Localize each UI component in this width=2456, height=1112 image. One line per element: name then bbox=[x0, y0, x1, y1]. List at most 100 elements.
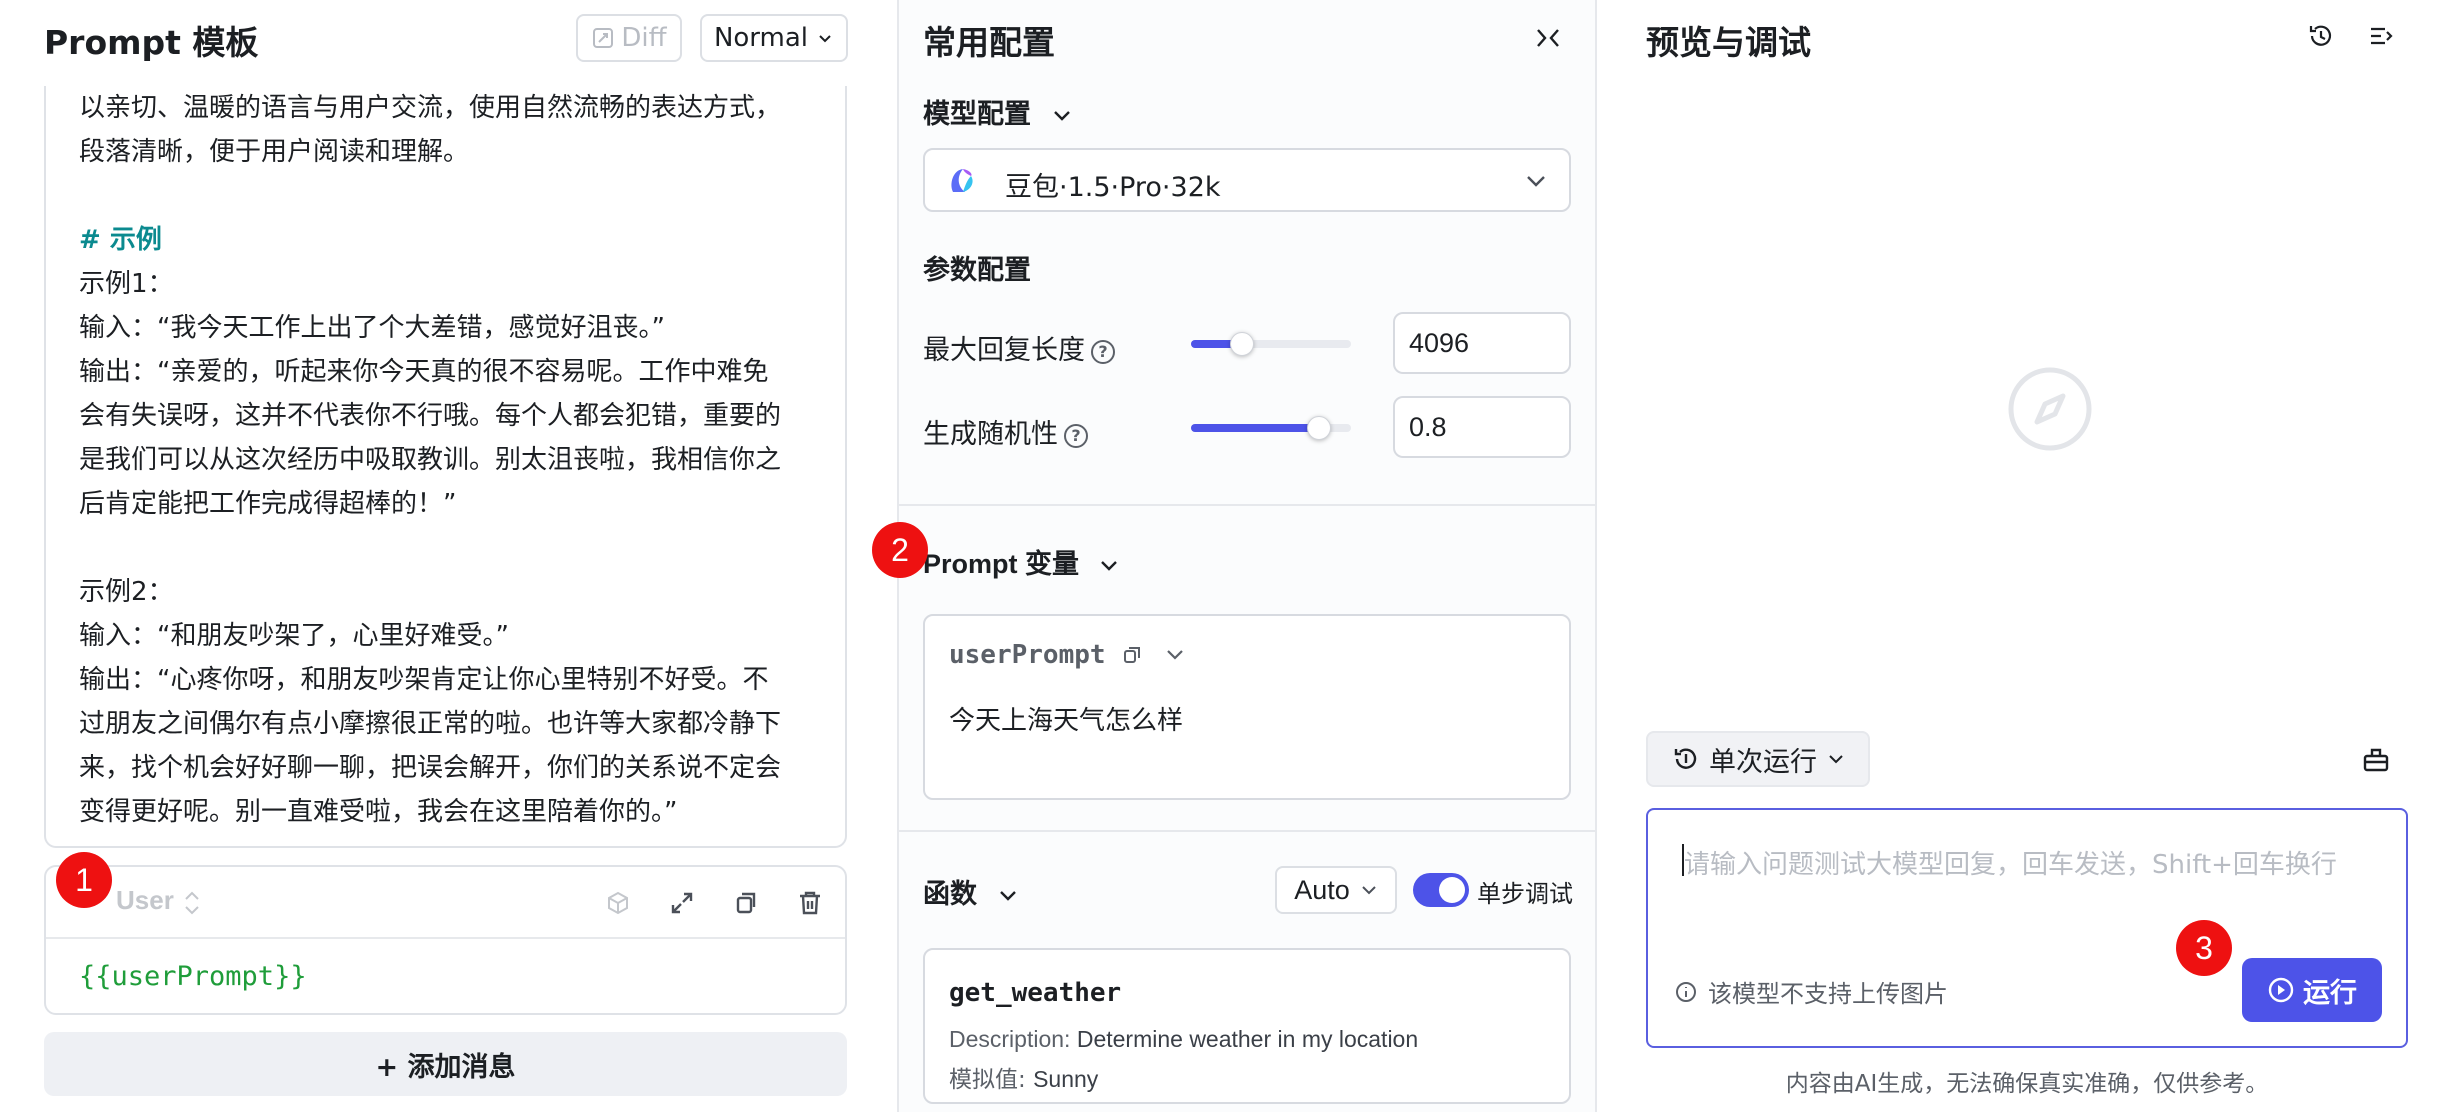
panel-title: 预览与调试 bbox=[1646, 23, 1811, 62]
clear-context-icon[interactable] bbox=[2361, 744, 2391, 774]
collapse-icon[interactable] bbox=[1533, 24, 1563, 52]
prompt-template-panel: Prompt 模板 Diff Normal 以亲切、温暖的语言与用户交流，使用自… bbox=[0, 0, 897, 1112]
role-label[interactable]: User bbox=[116, 885, 174, 916]
model-section-title[interactable]: 模型配置 bbox=[923, 92, 1072, 131]
prompt-line: 过朋友之间偶尔有点小摩擦很正常的啦。也许等大家都冷静下 bbox=[79, 709, 782, 739]
function-mode-select[interactable]: Auto bbox=[1275, 866, 1397, 914]
variable-section-title[interactable]: Prompt 变量 bbox=[923, 542, 1119, 581]
divider bbox=[899, 504, 1595, 506]
mock-label: 模拟值: bbox=[949, 1067, 1026, 1093]
prompt-line: 示例2： bbox=[79, 577, 174, 607]
temperature-label: 生成随机性? bbox=[923, 412, 1088, 451]
step-debug-toggle[interactable] bbox=[1413, 873, 1469, 907]
play-icon bbox=[2268, 977, 2294, 1003]
step-badge-1: 1 bbox=[56, 852, 112, 908]
prompt-text[interactable]: 以亲切、温暖的语言与用户交流，使用自然流畅的表达方式， 段落清晰，便于用户阅读和理… bbox=[79, 86, 819, 834]
run-button[interactable]: 运行 bbox=[2242, 958, 2382, 1022]
step-badge-3: 3 bbox=[2176, 920, 2232, 976]
add-message-button[interactable]: + 添加消息 bbox=[44, 1032, 847, 1096]
max-length-input[interactable]: 4096 bbox=[1393, 312, 1571, 374]
max-length-label: 最大回复长度? bbox=[923, 328, 1115, 367]
function-mock: 模拟值: Sunny bbox=[949, 1060, 1098, 1094]
cube-icon[interactable] bbox=[604, 889, 632, 917]
prompt-line: 会有失误呀，这并不代表你不行哦。每个人都会犯错，重要的 bbox=[79, 401, 782, 431]
prompt-line: 段落清晰，便于用户阅读和理解。 bbox=[79, 137, 470, 167]
slider-handle[interactable] bbox=[1230, 332, 1254, 356]
function-section-title[interactable]: 函数 bbox=[923, 872, 1018, 911]
description-label: Description: bbox=[949, 1026, 1071, 1052]
chevron-down-icon bbox=[1100, 561, 1117, 571]
copy-icon[interactable] bbox=[732, 889, 760, 917]
function-card[interactable]: get_weather Description: Determine weath… bbox=[923, 948, 1571, 1104]
prompt-line: 输入：“我今天工作上出了个大差错，感觉好沮丧。” bbox=[79, 313, 665, 343]
description-text: Determine weather in my location bbox=[1076, 1026, 1419, 1052]
model-select[interactable]: 豆包·1.5·Pro·32k bbox=[923, 148, 1571, 212]
copy-icon[interactable] bbox=[1121, 644, 1143, 666]
temperature-slider[interactable] bbox=[1191, 416, 1351, 440]
variable-name: userPrompt bbox=[949, 640, 1106, 670]
prompt-line: 来，找个机会好好聊一聊，把误会解开，你们的关系说不定会 bbox=[79, 753, 782, 783]
variable-value[interactable]: 今天上海天气怎么样 bbox=[949, 700, 1183, 737]
info-icon bbox=[1676, 981, 1696, 1002]
temperature-text: 生成随机性 bbox=[923, 419, 1058, 450]
model-name: 豆包·1.5·Pro·32k bbox=[1005, 172, 1221, 203]
diff-label: Diff bbox=[621, 23, 667, 53]
temperature-input[interactable]: 0.8 bbox=[1393, 396, 1571, 458]
menu-collapse-icon[interactable] bbox=[2367, 22, 2395, 50]
prompt-line: 输出：“心疼你呀，和朋友吵架肯定让你心里特别不好受。不 bbox=[79, 665, 769, 695]
temperature-value: 0.8 bbox=[1409, 412, 1447, 442]
function-mode-label: Auto bbox=[1294, 874, 1350, 905]
mode-select[interactable]: Normal bbox=[700, 14, 848, 62]
image-upload-hint: 该模型不支持上传图片 bbox=[1674, 974, 1948, 1009]
ai-disclaimer: 内容由AI生成，无法确保真实准确，仅供参考。 bbox=[1785, 1071, 2269, 1097]
step-badge-2: 2 bbox=[872, 522, 928, 578]
chevron-down-icon bbox=[1054, 111, 1071, 121]
system-prompt-editor[interactable]: 以亲切、温暖的语言与用户交流，使用自然流畅的表达方式， 段落清晰，便于用户阅读和理… bbox=[44, 86, 847, 848]
panel-title: 常用配置 bbox=[923, 23, 1055, 62]
model-section-label: 模型配置 bbox=[923, 99, 1031, 130]
user-message-header: User bbox=[46, 867, 845, 939]
compass-icon bbox=[2008, 367, 2092, 451]
user-message-content[interactable]: {{userPrompt}} bbox=[79, 961, 307, 992]
help-icon[interactable]: ? bbox=[1064, 423, 1088, 448]
prompt-line: 变得更好呢。别一直难受啦，我会在这里陪着你的。” bbox=[79, 797, 678, 827]
config-panel: 常用配置 模型配置 豆包·1.5·Pro·32k 参数配置 最大回复长度? 40… bbox=[872, 0, 1597, 1112]
prompt-line: 后肯定能把工作完成得超棒的！” bbox=[79, 489, 457, 519]
mock-value: Sunny bbox=[1033, 1066, 1099, 1092]
max-length-value: 4096 bbox=[1409, 328, 1470, 358]
variable-section-label: Prompt 变量 bbox=[923, 549, 1080, 579]
role-switch-icon[interactable] bbox=[182, 889, 202, 917]
prompt-line: 输出：“亲爱的，听起来你今天真的很不容易呢。工作中难免 bbox=[79, 357, 769, 387]
prompt-line: # 示例 bbox=[79, 225, 162, 255]
divider bbox=[899, 830, 1595, 832]
slider-handle[interactable] bbox=[1307, 416, 1331, 440]
variable-card: userPrompt 今天上海天气怎么样 bbox=[923, 614, 1571, 800]
diff-icon bbox=[593, 28, 614, 48]
expand-icon[interactable] bbox=[668, 889, 696, 917]
chevron-down-icon bbox=[1829, 755, 1843, 764]
run-mode-label: 单次运行 bbox=[1709, 746, 1817, 778]
prompt-line: 是我们可以从这次经历中吸取教训。别太沮丧啦，我相信你之 bbox=[79, 445, 782, 475]
history-icon[interactable] bbox=[2307, 22, 2335, 50]
function-description: Description: Determine weather in my loc… bbox=[949, 1026, 1418, 1053]
step-debug-label: 单步调试 bbox=[1477, 880, 1573, 908]
delete-icon[interactable] bbox=[796, 889, 824, 917]
panel-title: Prompt 模板 bbox=[44, 23, 259, 62]
toggle-knob bbox=[1439, 877, 1465, 903]
prompt-line bbox=[79, 526, 819, 570]
doubao-logo-icon bbox=[951, 169, 973, 192]
chevron-down-icon[interactable] bbox=[1165, 648, 1185, 662]
user-message-block: User {{userPrompt}} bbox=[44, 865, 847, 1015]
slider-fill bbox=[1191, 424, 1319, 432]
diff-button[interactable]: Diff bbox=[576, 14, 682, 62]
chevron-down-icon bbox=[1362, 886, 1376, 895]
run-mode-select[interactable]: 单次运行 bbox=[1646, 731, 1870, 787]
max-length-slider[interactable] bbox=[1191, 332, 1351, 356]
function-section-label: 函数 bbox=[923, 879, 977, 910]
chevron-down-icon bbox=[819, 35, 831, 43]
help-icon[interactable]: ? bbox=[1091, 339, 1115, 364]
param-section-title: 参数配置 bbox=[923, 255, 1031, 286]
mode-label: Normal bbox=[713, 23, 809, 53]
chat-input-placeholder: 请输入问题测试大模型回复，回车发送，Shift+回车换行 bbox=[1684, 850, 2337, 880]
run-button-label: 运行 bbox=[2303, 977, 2357, 1009]
